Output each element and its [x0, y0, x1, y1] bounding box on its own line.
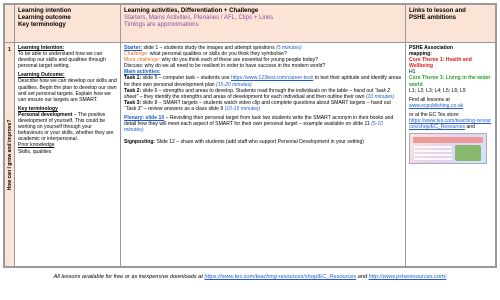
task3-line: Task 3: slide 8 – SMART targets – studen…: [124, 100, 402, 112]
footer-tes-link[interactable]: https://www.tes.com/teaching-resources/s…: [204, 274, 356, 280]
li-text: To be able to understand how we can deve…: [18, 51, 106, 70]
header-col2-line1: Learning activities, Differentiation + C…: [124, 7, 259, 14]
footer: All lessons available for free or as ine…: [0, 274, 500, 280]
header-col3-line1: Links to lesson and: [409, 7, 466, 14]
lesson-plan-table: Learning intention Learning outcome Key …: [3, 3, 497, 268]
pk-text: Skills, qualities: [18, 148, 52, 155]
footer-pre: All lessons available for free or as ine…: [53, 274, 205, 280]
task1-link[interactable]: https://www.123test.com/career-test/: [231, 75, 313, 81]
task2-time: (10 minutes): [365, 93, 395, 100]
challenge-label: Challenge:: [124, 51, 149, 58]
signposting-line: Signposting: Slide 12 – share with stude…: [124, 139, 402, 145]
thumbnail-banner: [413, 137, 483, 144]
core-theme-3: Core Theme 3: Living in the wider world: [409, 75, 491, 88]
more-challenge-text: why do you think each of these are essen…: [160, 57, 318, 64]
task3-time: (10-15 minutes): [224, 105, 261, 112]
lesson-row: 1 How can I grow and improve? Learning I…: [4, 42, 496, 267]
header-col1-line2: Learning outcome: [18, 14, 71, 22]
task3-pre: slide 8 – SMART targets – students watch…: [141, 99, 391, 106]
plenary-line: Plenary: slide 10 – Revisiting their per…: [124, 115, 402, 133]
header-col1-line3: Key terminology: [18, 21, 66, 29]
task2-label: Task 2:: [124, 87, 142, 94]
more-challenge-label: More challenge:: [124, 57, 161, 64]
starter-time: (5 minutes): [276, 45, 302, 51]
task1-pre: slide 5 – computer task – students use: [141, 75, 231, 82]
side-column: 1 How can I grow and improve?: [4, 42, 15, 267]
task2-pre: slide 6 – strengths and areas to develop…: [141, 87, 375, 94]
task1-line: Task 1: slide 5 – computer task – studen…: [124, 75, 402, 87]
header-learning-activities: Learning activities, Differentiation + C…: [120, 4, 406, 43]
signposting-label: Signposting:: [124, 139, 156, 146]
tes-store-link[interactable]: https://www.tes.com/teaching-resources/s…: [409, 118, 491, 130]
header-learning-intention: Learning intention Learning outcome Key …: [14, 4, 121, 43]
header-col1-line1: Learning intention: [18, 7, 72, 14]
challenge-text: what personal qualities or skills do you…: [148, 51, 287, 58]
plenary-text: – Revisiting their personal target from …: [124, 115, 394, 128]
store-line: https://www.tes.com/teaching-resources/s…: [409, 118, 492, 130]
starter-text: slide 1 – students study the images and …: [142, 45, 277, 51]
signposting-text: Slide 12 – share with students (add staf…: [155, 139, 364, 146]
activities-cell: Starter: slide 1 – students study the im…: [120, 42, 406, 267]
header-col2-line3: Timings are approximations: [124, 21, 199, 29]
store-after: and: [465, 124, 475, 131]
learning-intention-cell: Learning Intention: To be able to unders…: [14, 42, 121, 267]
header-row: Learning intention Learning outcome Key …: [4, 4, 496, 43]
task3-sheet: “Task 3”: [124, 105, 143, 112]
thumbnail-text-lines: [414, 146, 452, 161]
header-links: Links to lesson and PSHE ambitions: [405, 4, 496, 43]
task1-label: Task 1:: [124, 75, 142, 82]
footer-pshe-link[interactable]: http://www.psheresources.com/: [369, 274, 447, 280]
task3-label: Task 3:: [124, 99, 142, 106]
task2-line: Task 2: slide 6 – strengths and areas to…: [124, 88, 402, 100]
header-col3-line2: PSHE ambitions: [409, 14, 457, 22]
links-cell: PSHE Association mapping: Core Theme 1: …: [405, 42, 496, 267]
task3-post: – review answers as a class slide 9: [142, 105, 225, 112]
footer-mid: and: [356, 274, 369, 280]
header-col2-line2: Starters, Mains Activities, Plenaries / …: [124, 14, 274, 22]
starter-label: Starter:: [124, 45, 143, 51]
task1-time: (15-20 minutes): [216, 81, 252, 88]
lo-text: Describe how we can develop our skills a…: [18, 78, 117, 103]
kt-definition: Personal development – The positive deve…: [18, 112, 117, 142]
lesson-thumbnail: [409, 133, 487, 165]
header-number-cell: [4, 4, 15, 43]
core-theme-1: Core Theme 1: Health and Wellbeing: [409, 57, 472, 70]
row-number: 1: [8, 47, 11, 53]
kt-term: Personal development: [18, 111, 73, 118]
side-label: How can I grow and improve?: [6, 119, 13, 190]
task2-post: – they identify the strengths and areas …: [138, 93, 366, 100]
plenary-label: Plenary: slide 10: [124, 115, 165, 122]
thumbnail-picture: [455, 145, 481, 162]
